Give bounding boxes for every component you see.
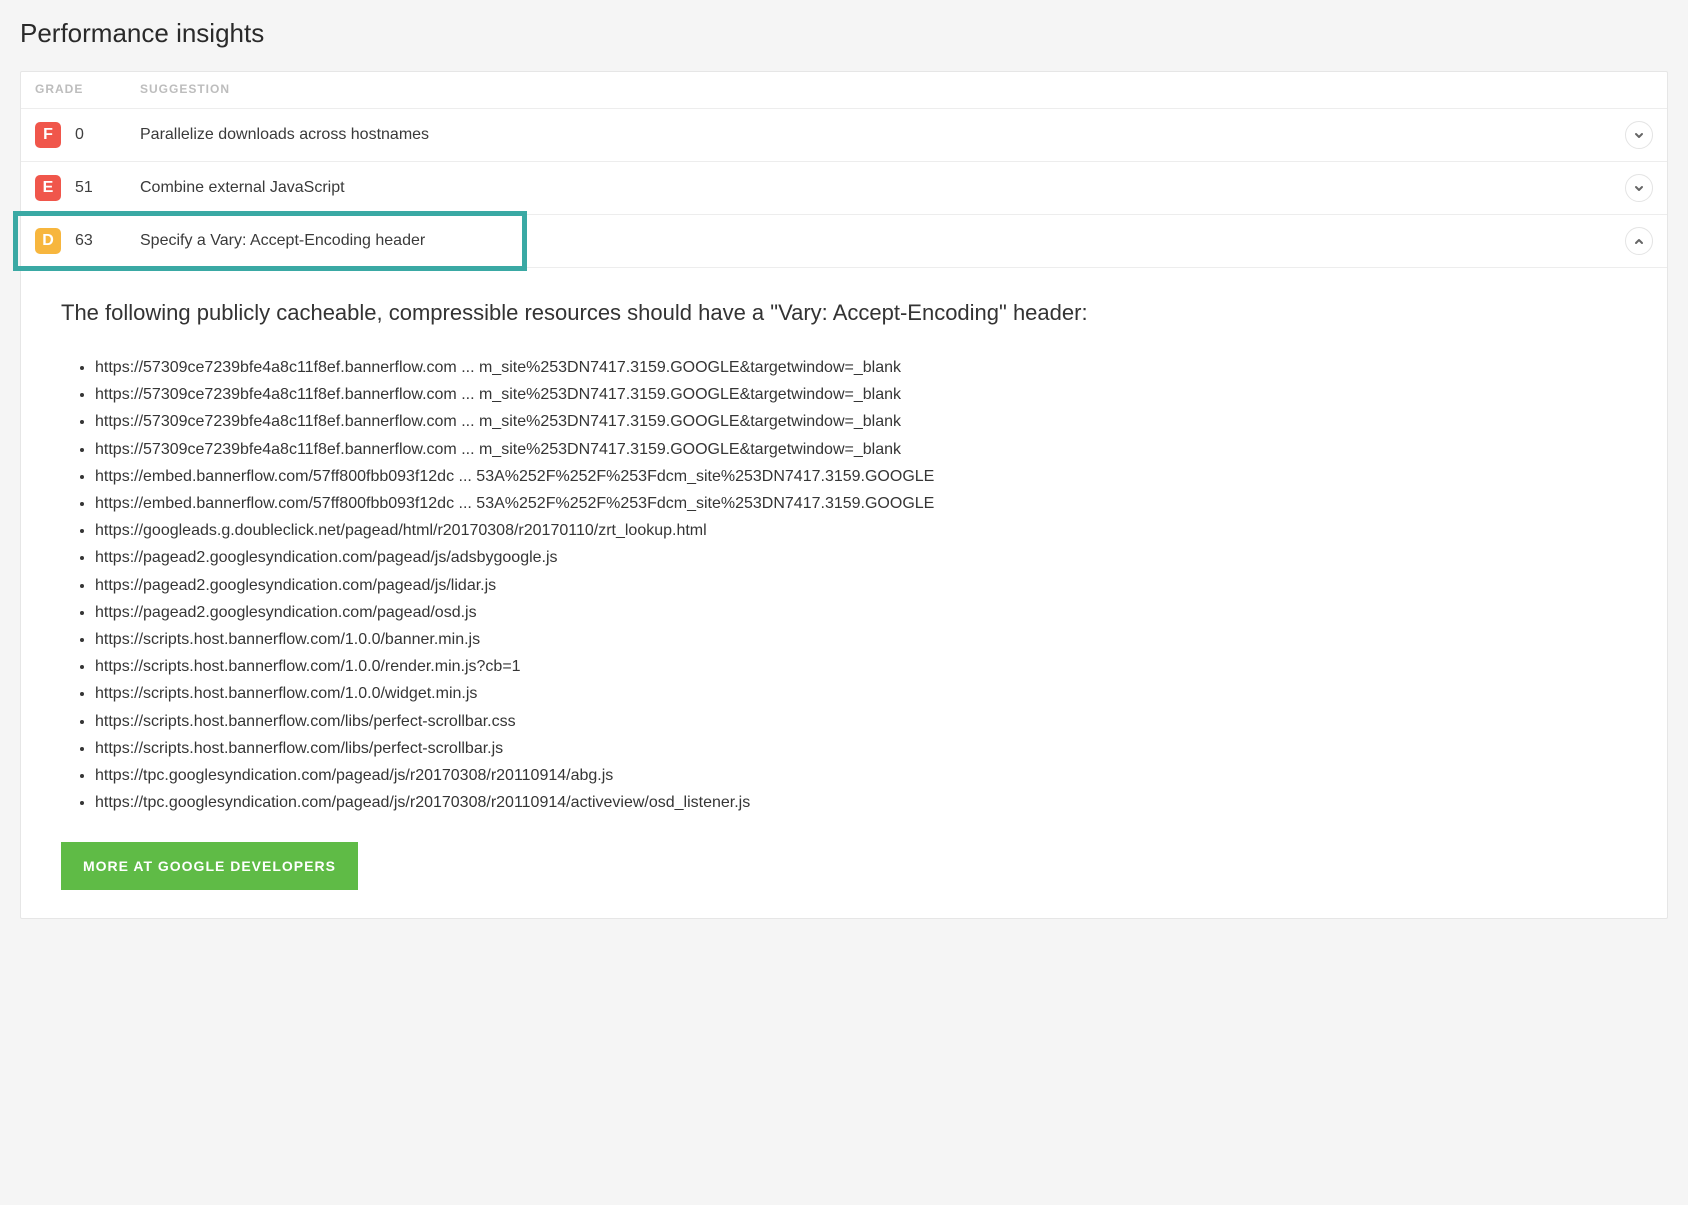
details-list-item: https://scripts.host.bannerflow.com/1.0.… <box>95 653 1627 680</box>
grade-badge: E <box>35 175 61 201</box>
details-list-item: https://scripts.host.bannerflow.com/libs… <box>95 708 1627 735</box>
grade-badge: D <box>35 228 61 254</box>
chevron-down-icon[interactable] <box>1625 121 1653 149</box>
details-list-item: https://scripts.host.bannerflow.com/1.0.… <box>95 680 1627 707</box>
details-list-item: https://57309ce7239bfe4a8c11f8ef.bannerf… <box>95 436 1627 463</box>
row-details: The following publicly cacheable, compre… <box>21 267 1667 918</box>
details-list-item: https://57309ce7239bfe4a8c11f8ef.bannerf… <box>95 354 1627 381</box>
grade-score: 63 <box>75 232 93 250</box>
insight-row[interactable]: D 63 Specify a Vary: Accept-Encoding heade… <box>21 214 1667 267</box>
toggle-wrap <box>1613 227 1653 255</box>
details-list-item: https://57309ce7239bfe4a8c11f8ef.bannerf… <box>95 381 1627 408</box>
page-title: Performance insights <box>20 18 1668 49</box>
suggestion-text: Combine external JavaScript <box>140 179 1613 197</box>
header-grade: GRADE <box>35 82 140 96</box>
chevron-down-icon[interactable] <box>1625 174 1653 202</box>
rows-container: F0Parallelize downloads across hostnames… <box>21 108 1667 267</box>
grade-score: 51 <box>75 179 93 197</box>
details-list-item: https://embed.bannerflow.com/57ff800fbb0… <box>95 463 1627 490</box>
insights-panel: GRADE SUGGESTION F0Parallelize downloads… <box>20 71 1668 919</box>
details-list-item: https://embed.bannerflow.com/57ff800fbb0… <box>95 490 1627 517</box>
performance-insights-page: Performance insights GRADE SUGGESTION F0… <box>0 0 1688 939</box>
details-list-item: https://googleads.g.doubleclick.net/page… <box>95 517 1627 544</box>
suggestion-text: Parallelize downloads across hostnames <box>140 126 1613 144</box>
details-list-item: https://scripts.host.bannerflow.com/libs… <box>95 735 1627 762</box>
toggle-wrap <box>1613 121 1653 149</box>
grade-cell: D 63 <box>35 228 140 254</box>
header-suggestion: SUGGESTION <box>140 82 1653 96</box>
grade-cell: F0 <box>35 122 140 148</box>
details-description: The following publicly cacheable, compre… <box>61 296 1241 330</box>
insight-row[interactable]: E 51 Combine external JavaScript <box>21 161 1667 214</box>
grade-score: 0 <box>75 126 84 144</box>
grade-cell: E 51 <box>35 175 140 201</box>
more-google-developers-button[interactable]: MORE AT GOOGLE DEVELOPERS <box>61 842 358 890</box>
chevron-up-icon[interactable] <box>1625 227 1653 255</box>
details-list-item: https://scripts.host.bannerflow.com/1.0.… <box>95 626 1627 653</box>
grade-badge: F <box>35 122 61 148</box>
details-list-item: https://tpc.googlesyndication.com/pagead… <box>95 762 1627 789</box>
suggestion-text: Specify a Vary: Accept-Encoding header <box>140 232 1613 250</box>
details-list-item: https://57309ce7239bfe4a8c11f8ef.bannerf… <box>95 408 1627 435</box>
table-headers: GRADE SUGGESTION <box>21 72 1667 108</box>
toggle-wrap <box>1613 174 1653 202</box>
details-list-item: https://tpc.googlesyndication.com/pagead… <box>95 789 1627 816</box>
insight-row[interactable]: F0Parallelize downloads across hostnames <box>21 108 1667 161</box>
details-list: https://57309ce7239bfe4a8c11f8ef.bannerf… <box>61 354 1627 816</box>
details-list-item: https://pagead2.googlesyndication.com/pa… <box>95 544 1627 571</box>
details-list-item: https://pagead2.googlesyndication.com/pa… <box>95 599 1627 626</box>
details-list-item: https://pagead2.googlesyndication.com/pa… <box>95 572 1627 599</box>
